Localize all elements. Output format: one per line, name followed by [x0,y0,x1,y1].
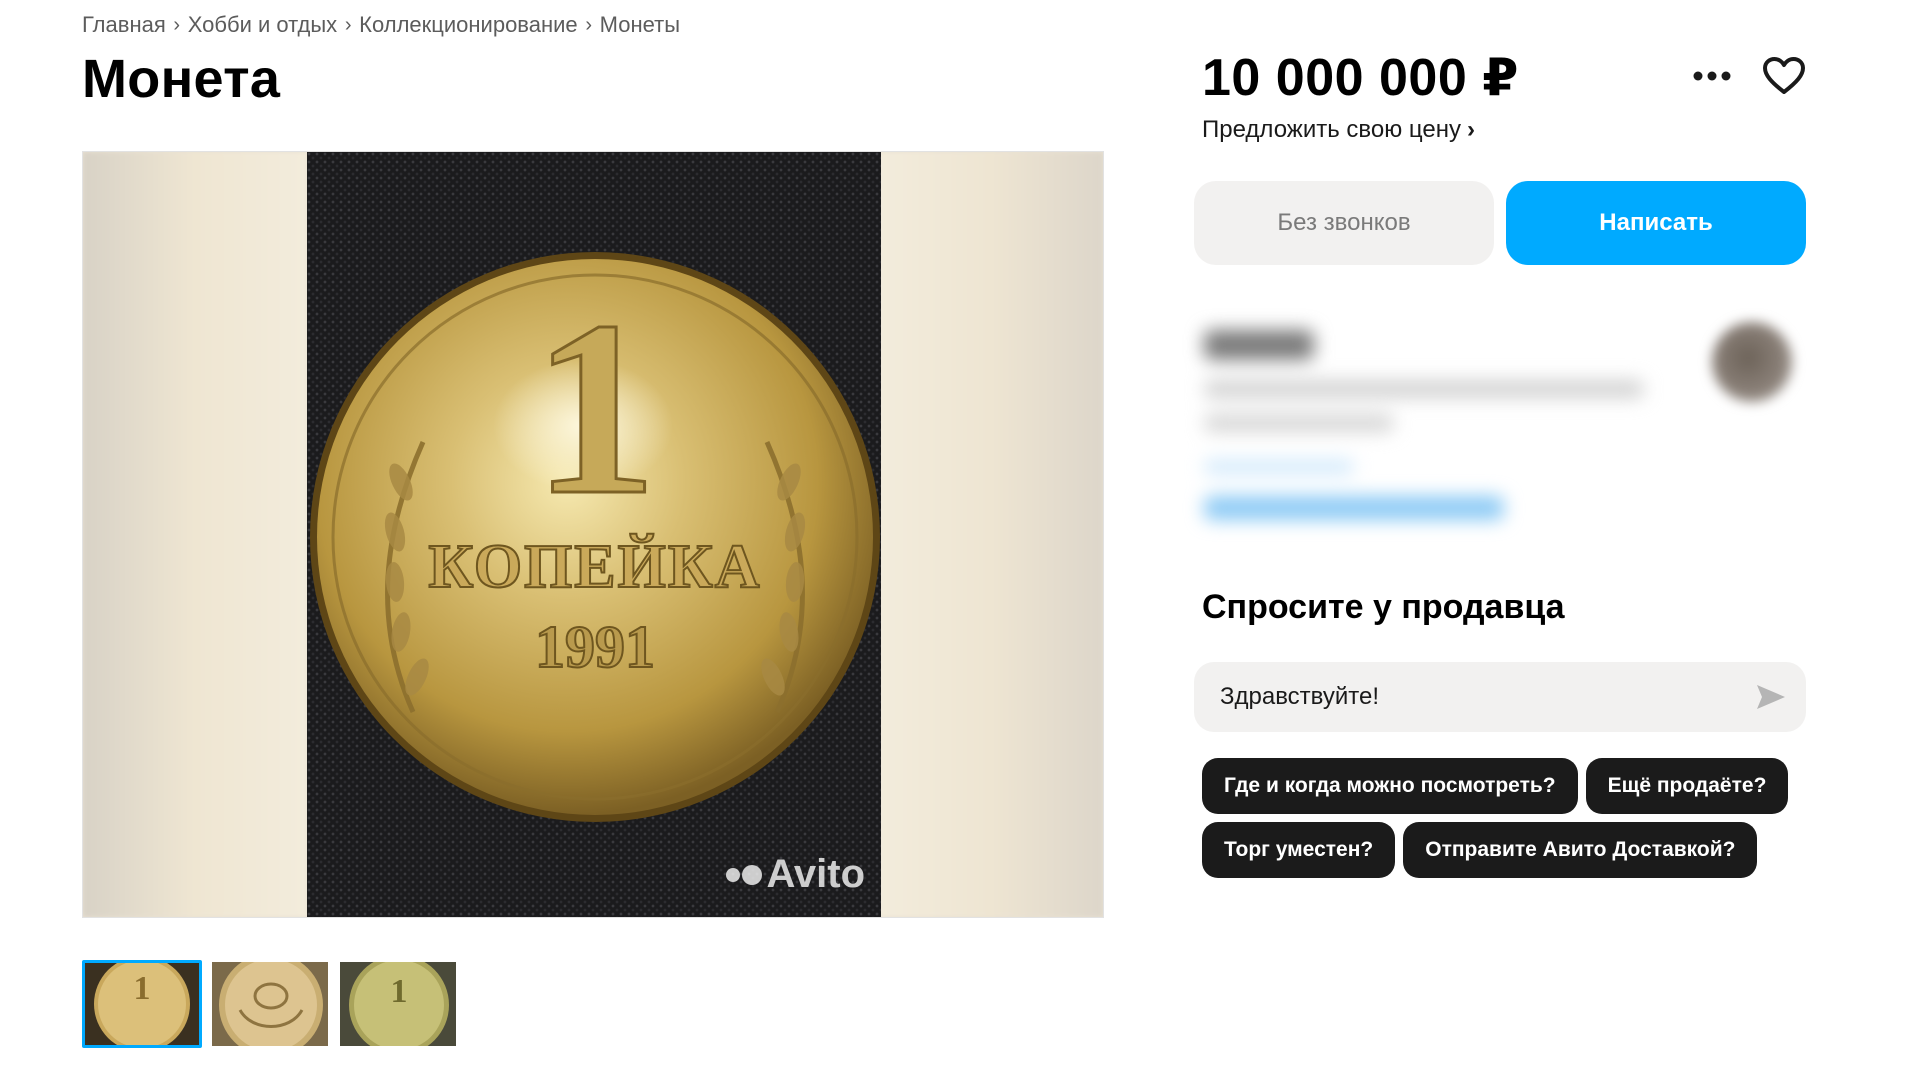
offer-price-link[interactable]: Предложить свою цену › [1202,116,1475,144]
coin-year: 1991 [535,614,655,680]
coin-word: КОПЕЙКА [428,533,761,601]
breadcrumb-separator: › [173,13,181,36]
send-icon [1757,685,1785,709]
breadcrumb-collecting[interactable]: Коллекционирование [359,12,578,38]
avatar[interactable] [1712,322,1792,402]
thumbnail-1[interactable]: 1 [82,960,202,1048]
price: 10 000 000 ₽ [1202,49,1519,107]
coin-image: 1 КОПЕЙКА 1991 [310,252,880,822]
breadcrumb-coins[interactable]: Монеты [600,12,680,38]
chevron-right-icon: › [1466,116,1475,143]
avito-watermark: Avito [726,852,865,897]
write-message-button[interactable]: Написать [1506,181,1806,265]
breadcrumb-separator: › [585,13,592,36]
page-title: Монета [82,49,281,109]
quick-question-chip[interactable]: Торг уместен? [1202,822,1396,878]
quick-questions: Где и когда можно посмотреть? Ещё продаё… [1202,758,1822,878]
heart-icon [1763,57,1805,94]
message-input-container [1194,662,1806,732]
more-button[interactable] [1688,52,1736,100]
svg-text:1: 1 [134,970,151,1007]
quick-question-chip[interactable]: Где и когда можно посмотреть? [1202,758,1578,814]
no-calls-button[interactable]: Без звонков [1194,181,1494,265]
avito-logo-icon [726,864,763,885]
svg-text:1: 1 [391,973,408,1010]
breadcrumb: Главная › Хобби и отдых › Коллекциониров… [82,12,680,38]
main-photo[interactable]: 1 КОПЕЙКА 1991 Avito [82,151,1104,918]
favorite-button[interactable] [1760,52,1808,100]
thumbnail-2[interactable] [210,960,330,1048]
breadcrumb-home[interactable]: Главная [82,12,166,38]
more-dots-icon [1693,71,1731,81]
thumbnail-3[interactable]: 1 [338,960,458,1048]
watermark-text: Avito [766,852,865,896]
message-input[interactable] [1218,662,1718,732]
offer-price-label: Предложить свою цену [1202,116,1461,143]
breadcrumb-hobby[interactable]: Хобби и отдых [188,12,337,38]
breadcrumb-separator: › [344,13,352,36]
send-button[interactable] [1754,681,1788,713]
ask-seller-title: Спросите у продавца [1202,588,1565,626]
coin-denomination: 1 [533,270,658,547]
quick-question-chip[interactable]: Ещё продаёте? [1585,758,1789,814]
thumbnail-strip: 1 1 [82,960,458,1048]
quick-question-chip[interactable]: Отправите Авито Доставкой? [1403,822,1758,878]
